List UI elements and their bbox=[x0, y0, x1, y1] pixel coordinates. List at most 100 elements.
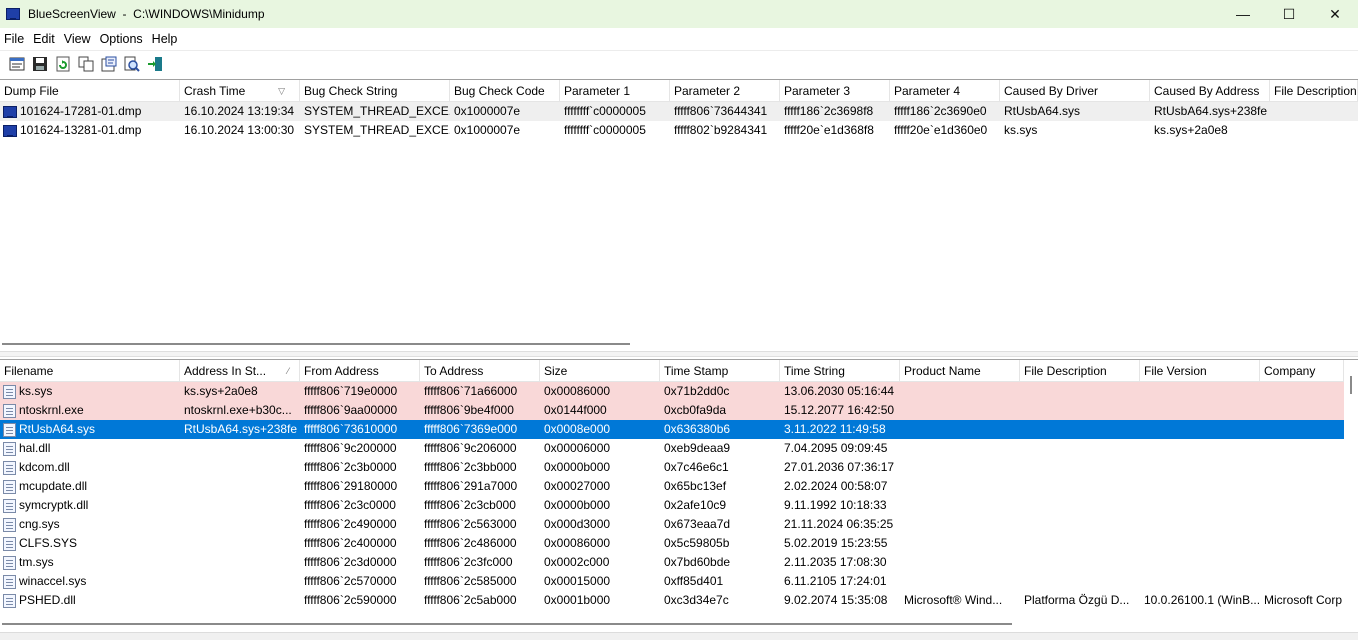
column-parameter-2[interactable]: Parameter 2 bbox=[670, 80, 780, 101]
driver-file-icon bbox=[3, 498, 16, 513]
cell-crash-time: 16.10.2024 13:00:30 bbox=[184, 123, 295, 137]
driver-row[interactable]: mcupdate.dll fffff806`29180000 fffff806`29… bbox=[0, 477, 1358, 496]
column-crash-time[interactable]: Crash Time ▽ bbox=[180, 80, 300, 101]
cell-size: 0x00086000 bbox=[544, 536, 611, 550]
cell-dump-file: 101624-17281-01.dmp bbox=[0, 102, 180, 121]
column-from-address[interactable]: From Address bbox=[300, 360, 420, 381]
cell-address-in-stack bbox=[180, 553, 300, 572]
cell-file-description bbox=[1270, 102, 1358, 121]
column-caused-by-address[interactable]: Caused By Address bbox=[1150, 80, 1270, 101]
refresh-icon bbox=[56, 56, 70, 71]
cell-from-address: fffff806`2c570000 bbox=[304, 574, 397, 588]
driver-row[interactable]: cng.sys fffff806`2c490000 fffff806`2c56300… bbox=[0, 515, 1358, 534]
sort-descending-icon: ⁄ bbox=[287, 366, 289, 376]
driver-row[interactable]: CLFS.SYS fffff806`2c400000 fffff806`2c4860… bbox=[0, 534, 1358, 553]
dump-row[interactable]: 101624-13281-01.dmp 16.10.2024 13:00:30 SY… bbox=[0, 121, 1358, 140]
save-button[interactable] bbox=[29, 53, 51, 75]
minimize-button[interactable]: — bbox=[1220, 0, 1266, 28]
find-button[interactable] bbox=[121, 53, 143, 75]
column-parameter-4[interactable]: Parameter 4 bbox=[890, 80, 1000, 101]
column-label: Crash Time bbox=[184, 84, 246, 98]
cell-company bbox=[1260, 496, 1344, 515]
cell-filename: winaccel.sys bbox=[0, 572, 180, 591]
column-time-string[interactable]: Time String bbox=[780, 360, 900, 381]
cell-size: 0x0001b000 bbox=[544, 593, 611, 607]
menu-file[interactable]: File bbox=[0, 32, 29, 46]
driver-row[interactable]: RtUsbA64.sys RtUsbA64.sys+238fe fffff806`7… bbox=[0, 420, 1358, 439]
cell-to-address: fffff806`9be4f000 bbox=[424, 403, 514, 417]
scroll-thumb[interactable] bbox=[2, 623, 1012, 625]
driver-row[interactable]: kdcom.dll fffff806`2c3b0000 fffff806`2c3bb… bbox=[0, 458, 1358, 477]
cell-product-name bbox=[900, 401, 1020, 420]
pane-splitter[interactable] bbox=[0, 351, 1358, 357]
cell-bug-check-code: 0x1000007e bbox=[454, 104, 521, 118]
cell-company: Microsoft Corp bbox=[1264, 593, 1343, 607]
cell-size: 0x0008e000 bbox=[544, 422, 611, 436]
cell-filename: mcupdate.dll bbox=[0, 477, 180, 496]
cell-to-address: fffff806`7369e000 bbox=[424, 422, 518, 436]
close-button[interactable]: ✕ bbox=[1312, 0, 1358, 28]
cell-time-string: 21.11.2024 06:35:25 bbox=[784, 517, 894, 531]
column-file-version[interactable]: File Version bbox=[1140, 360, 1260, 381]
cell-from-address: fffff806`73610000 bbox=[304, 422, 398, 436]
column-filename[interactable]: Filename bbox=[0, 360, 180, 381]
copy-button[interactable] bbox=[75, 53, 97, 75]
menu-edit[interactable]: Edit bbox=[29, 32, 60, 46]
cell-filename: PSHED.dll bbox=[0, 591, 180, 610]
driver-row[interactable]: symcryptk.dll fffff806`2c3c0000 fffff806`2… bbox=[0, 496, 1358, 515]
maximize-button[interactable]: ☐ bbox=[1266, 0, 1312, 28]
column-caused-by-driver[interactable]: Caused By Driver bbox=[1000, 80, 1150, 101]
cell-to-address: fffff806`2c5ab000 bbox=[424, 593, 517, 607]
properties-button[interactable] bbox=[6, 53, 28, 75]
column-bug-check-string[interactable]: Bug Check String bbox=[300, 80, 450, 101]
cell-filename: cng.sys bbox=[0, 515, 180, 534]
menu-view[interactable]: View bbox=[60, 32, 96, 46]
column-parameter-3[interactable]: Parameter 3 bbox=[780, 80, 890, 101]
cell-product-name bbox=[900, 534, 1020, 553]
column-time-stamp[interactable]: Time Stamp bbox=[660, 360, 780, 381]
column-file-description[interactable]: File Description bbox=[1270, 80, 1358, 101]
cell-file-version bbox=[1140, 553, 1260, 572]
driver-row[interactable]: ntoskrnl.exe ntoskrnl.exe+b30c... fffff806… bbox=[0, 401, 1358, 420]
column-size[interactable]: Size bbox=[540, 360, 660, 381]
cell-size: 0x00086000 bbox=[544, 384, 611, 398]
column-address-in-stack[interactable]: Address In St... ⁄ bbox=[180, 360, 300, 381]
column-dump-file[interactable]: Dump File bbox=[0, 80, 180, 101]
driver-row[interactable]: winaccel.sys fffff806`2c570000 fffff806`2c… bbox=[0, 572, 1358, 591]
html-report-button[interactable] bbox=[98, 53, 120, 75]
cell-parameter-1: ffffffff`c0000005 bbox=[564, 123, 646, 137]
cell-parameter-2: fffff802`b9284341 bbox=[674, 123, 768, 137]
column-company[interactable]: Company bbox=[1260, 360, 1344, 381]
cell-file-description bbox=[1020, 477, 1140, 496]
cell-from-address: fffff806`2c3d0000 bbox=[304, 555, 397, 569]
dump-list-hscrollbar[interactable] bbox=[0, 338, 1358, 350]
column-product-name[interactable]: Product Name bbox=[900, 360, 1020, 381]
dump-list[interactable]: Dump File Crash Time ▽ Bug Check String B… bbox=[0, 79, 1358, 343]
cell-text: cng.sys bbox=[19, 517, 60, 531]
driver-row[interactable]: PSHED.dll fffff806`2c590000 fffff806`2c5ab… bbox=[0, 591, 1358, 610]
scroll-thumb[interactable] bbox=[2, 343, 630, 345]
column-file-description[interactable]: File Description bbox=[1020, 360, 1140, 381]
cell-bug-check-code: 0x1000007e bbox=[454, 123, 521, 137]
cell-file-description bbox=[1020, 401, 1140, 420]
driver-row[interactable]: tm.sys fffff806`2c3d0000 fffff806`2c3fc000… bbox=[0, 553, 1358, 572]
refresh-button[interactable] bbox=[52, 53, 74, 75]
sort-ascending-icon: ▽ bbox=[278, 86, 285, 96]
dump-row[interactable]: 101624-17281-01.dmp 16.10.2024 13:19:34 SY… bbox=[0, 102, 1358, 121]
driver-list-hscrollbar[interactable] bbox=[0, 618, 1358, 630]
column-parameter-1[interactable]: Parameter 1 bbox=[560, 80, 670, 101]
cell-from-address: fffff806`2c490000 bbox=[304, 517, 397, 531]
cell-address-in-stack: RtUsbA64.sys+238fe bbox=[184, 422, 298, 436]
cell-text: tm.sys bbox=[19, 555, 54, 569]
menu-help[interactable]: Help bbox=[148, 32, 183, 46]
driver-row[interactable]: hal.dll fffff806`9c200000 fffff806`9c20600… bbox=[0, 439, 1358, 458]
column-to-address[interactable]: To Address bbox=[420, 360, 540, 381]
app-icon bbox=[6, 8, 20, 20]
scroll-thumb[interactable] bbox=[1350, 376, 1352, 394]
driver-list-vscrollbar[interactable] bbox=[1344, 372, 1358, 612]
menu-options[interactable]: Options bbox=[96, 32, 148, 46]
column-bug-check-code[interactable]: Bug Check Code bbox=[450, 80, 560, 101]
driver-row[interactable]: ks.sys ks.sys+2a0e8 fffff806`719e0000 fffff… bbox=[0, 382, 1358, 401]
driver-list[interactable]: Filename Address In St... ⁄ From Address … bbox=[0, 359, 1358, 614]
exit-button[interactable] bbox=[144, 53, 166, 75]
